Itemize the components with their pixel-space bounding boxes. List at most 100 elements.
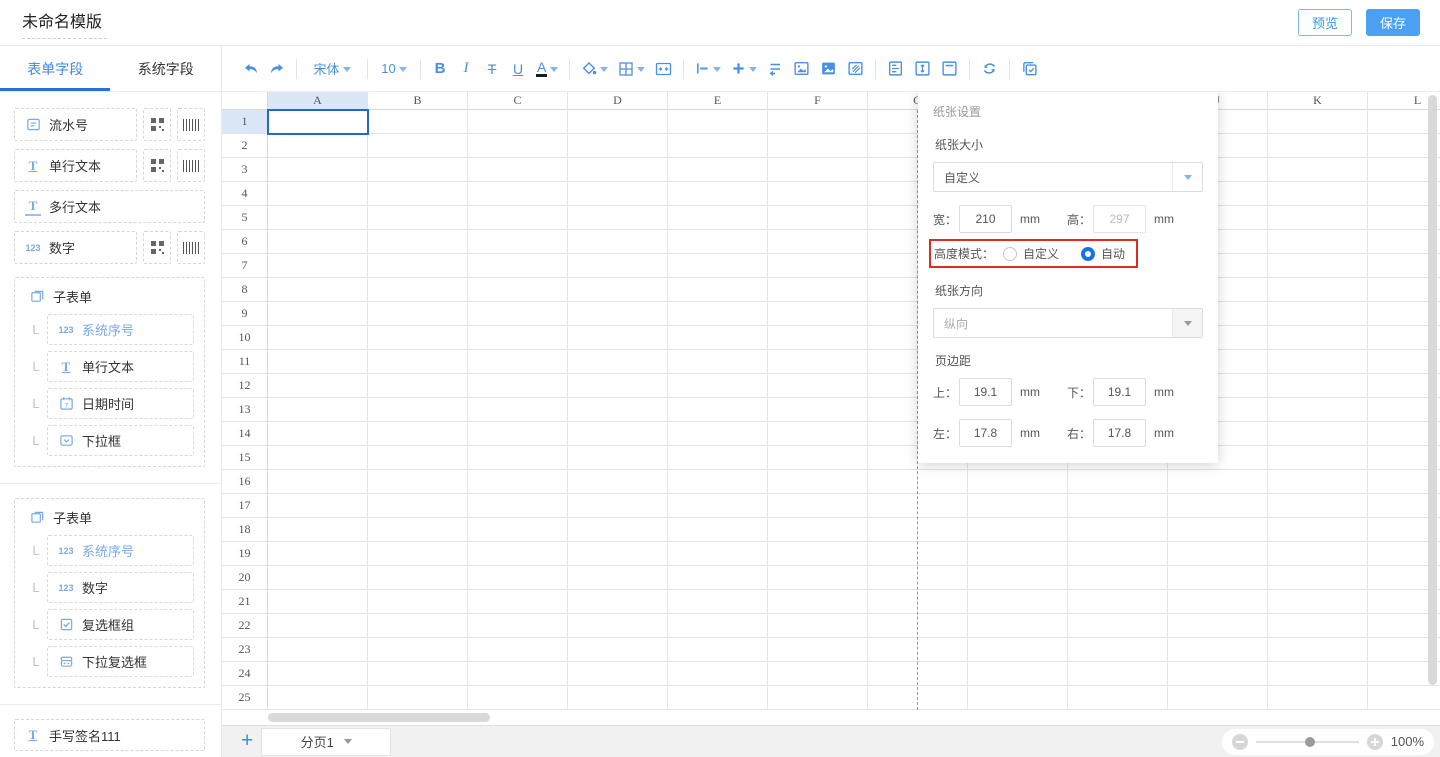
grid-cell-B7[interactable] bbox=[368, 254, 468, 278]
grid-cell-A23[interactable] bbox=[268, 638, 368, 662]
grid-cell-E22[interactable] bbox=[668, 614, 768, 638]
grid-cell-K1[interactable] bbox=[1268, 110, 1368, 134]
grid-cell-G17[interactable] bbox=[868, 494, 968, 518]
grid-cell-K18[interactable] bbox=[1268, 518, 1368, 542]
field-number[interactable]: 123 数字 bbox=[14, 231, 137, 264]
tab-system-fields[interactable]: 系统字段 bbox=[111, 46, 222, 91]
grid-cell-D9[interactable] bbox=[568, 302, 668, 326]
row-header-16[interactable]: 16 bbox=[222, 470, 268, 494]
grid-cell-F22[interactable] bbox=[768, 614, 868, 638]
grid-cell-E25[interactable] bbox=[668, 686, 768, 710]
grid-cell-E15[interactable] bbox=[668, 446, 768, 470]
grid-cell-A8[interactable] bbox=[268, 278, 368, 302]
grid-cell-J24[interactable] bbox=[1168, 662, 1268, 686]
grid-cell-B17[interactable] bbox=[368, 494, 468, 518]
row-header-21[interactable]: 21 bbox=[222, 590, 268, 614]
subform-group-2[interactable]: 子表单 L 123 系统序号 L 123 数字 bbox=[14, 498, 205, 688]
grid-cell-B13[interactable] bbox=[368, 398, 468, 422]
subform-field-number[interactable]: 123 数字 bbox=[47, 572, 194, 603]
row-header-2[interactable]: 2 bbox=[222, 134, 268, 158]
grid-cell-K22[interactable] bbox=[1268, 614, 1368, 638]
grid-cell-B25[interactable] bbox=[368, 686, 468, 710]
grid-cell-A10[interactable] bbox=[268, 326, 368, 350]
column-header-A[interactable]: A bbox=[268, 92, 368, 110]
grid-cell-I16[interactable] bbox=[1068, 470, 1168, 494]
grid-cell-E23[interactable] bbox=[668, 638, 768, 662]
grid-cell-A12[interactable] bbox=[268, 374, 368, 398]
grid-cell-G22[interactable] bbox=[868, 614, 968, 638]
grid-cell-E18[interactable] bbox=[668, 518, 768, 542]
italic-button[interactable]: I bbox=[453, 54, 479, 84]
field-handwritten-signature[interactable]: T 手写签名111 bbox=[14, 719, 205, 751]
grid-cell-H23[interactable] bbox=[968, 638, 1068, 662]
grid-cell-F10[interactable] bbox=[768, 326, 868, 350]
tab-form-fields[interactable]: 表单字段 bbox=[0, 46, 111, 91]
grid-cell-E5[interactable] bbox=[668, 206, 768, 230]
column-header-B[interactable]: B bbox=[368, 92, 468, 110]
grid-cell-K12[interactable] bbox=[1268, 374, 1368, 398]
grid-cell-C5[interactable] bbox=[468, 206, 568, 230]
grid-cell-C9[interactable] bbox=[468, 302, 568, 326]
grid-cell-A3[interactable] bbox=[268, 158, 368, 182]
margin-left-input[interactable] bbox=[959, 419, 1012, 447]
qr-code-button[interactable] bbox=[143, 108, 171, 141]
grid-cell-B3[interactable] bbox=[368, 158, 468, 182]
grid-cell-L25[interactable] bbox=[1368, 686, 1440, 710]
grid-cell-F9[interactable] bbox=[768, 302, 868, 326]
grid-cell-F7[interactable] bbox=[768, 254, 868, 278]
zoom-slider[interactable] bbox=[1256, 741, 1359, 743]
grid-cell-F2[interactable] bbox=[768, 134, 868, 158]
grid-cell-C19[interactable] bbox=[468, 542, 568, 566]
barcode-button[interactable] bbox=[177, 231, 205, 264]
grid-cell-H22[interactable] bbox=[968, 614, 1068, 638]
grid-cell-E14[interactable] bbox=[668, 422, 768, 446]
grid-cell-F6[interactable] bbox=[768, 230, 868, 254]
grid-cell-A1[interactable] bbox=[268, 110, 368, 134]
grid-cell-F20[interactable] bbox=[768, 566, 868, 590]
grid-cell-I18[interactable] bbox=[1068, 518, 1168, 542]
grid-cell-K6[interactable] bbox=[1268, 230, 1368, 254]
grid-cell-D24[interactable] bbox=[568, 662, 668, 686]
grid-cell-F3[interactable] bbox=[768, 158, 868, 182]
margin-top-input[interactable] bbox=[959, 378, 1012, 406]
grid-cell-K17[interactable] bbox=[1268, 494, 1368, 518]
add-sheet-button[interactable]: + bbox=[241, 730, 253, 751]
grid-cell-C25[interactable] bbox=[468, 686, 568, 710]
grid-cell-C3[interactable] bbox=[468, 158, 568, 182]
grid-cell-F5[interactable] bbox=[768, 206, 868, 230]
grid-cell-K25[interactable] bbox=[1268, 686, 1368, 710]
width-input[interactable] bbox=[959, 205, 1012, 233]
grid-cell-E19[interactable] bbox=[668, 542, 768, 566]
row-header-15[interactable]: 15 bbox=[222, 446, 268, 470]
grid-cell-B1[interactable] bbox=[368, 110, 468, 134]
grid-cell-D7[interactable] bbox=[568, 254, 668, 278]
row-header-24[interactable]: 24 bbox=[222, 662, 268, 686]
grid-cell-C10[interactable] bbox=[468, 326, 568, 350]
grid-cell-C6[interactable] bbox=[468, 230, 568, 254]
grid-cell-H19[interactable] bbox=[968, 542, 1068, 566]
grid-cell-D22[interactable] bbox=[568, 614, 668, 638]
subform-group-1[interactable]: 子表单 L 123 系统序号 L T 单行文本 bbox=[14, 277, 205, 467]
row-header-19[interactable]: 19 bbox=[222, 542, 268, 566]
row-header-13[interactable]: 13 bbox=[222, 398, 268, 422]
grid-cell-A19[interactable] bbox=[268, 542, 368, 566]
grid-cell-D20[interactable] bbox=[568, 566, 668, 590]
grid-cell-D17[interactable] bbox=[568, 494, 668, 518]
horizontal-scrollbar[interactable] bbox=[268, 713, 490, 722]
grid-cell-F19[interactable] bbox=[768, 542, 868, 566]
row-header-18[interactable]: 18 bbox=[222, 518, 268, 542]
grid-cell-I20[interactable] bbox=[1068, 566, 1168, 590]
grid-cell-A5[interactable] bbox=[268, 206, 368, 230]
qr-code-button[interactable] bbox=[143, 149, 171, 182]
grid-cell-E2[interactable] bbox=[668, 134, 768, 158]
subform-field-dropdown-checkbox[interactable]: 下拉复选框 bbox=[47, 646, 194, 677]
subform-field-system-serial[interactable]: 123 系统序号 bbox=[47, 314, 194, 345]
grid-cell-C23[interactable] bbox=[468, 638, 568, 662]
grid-cell-F17[interactable] bbox=[768, 494, 868, 518]
grid-cell-D15[interactable] bbox=[568, 446, 668, 470]
grid-cell-B9[interactable] bbox=[368, 302, 468, 326]
grid-cell-A16[interactable] bbox=[268, 470, 368, 494]
grid-cell-D13[interactable] bbox=[568, 398, 668, 422]
grid-cell-C7[interactable] bbox=[468, 254, 568, 278]
grid-cell-C8[interactable] bbox=[468, 278, 568, 302]
